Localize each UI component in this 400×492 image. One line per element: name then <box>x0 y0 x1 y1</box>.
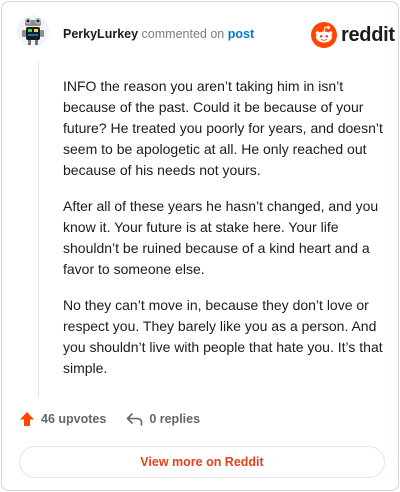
comment-body: INFO the reason you aren’t taking him in… <box>63 76 389 394</box>
reddit-snoo-icon <box>311 22 337 48</box>
comment-paragraph: After all of these years he hasn’t chang… <box>63 198 379 277</box>
comment-paragraph: INFO the reason you aren’t taking him in… <box>63 78 383 178</box>
action-text: commented on <box>141 27 225 41</box>
replies-count: 0 replies <box>149 412 201 426</box>
comment-paragraph: No they can’t move in, because they don’… <box>63 297 383 376</box>
reddit-wordmark: reddit <box>341 23 395 46</box>
reddit-logo[interactable]: reddit <box>311 22 395 48</box>
replies-button[interactable]: 0 replies <box>126 412 200 426</box>
post-link[interactable]: post <box>228 27 254 41</box>
username-link[interactable]: PerkyLurkey <box>63 27 138 41</box>
comment-footer: 46 upvotes 0 replies <box>19 411 200 427</box>
view-more-label: View more on Reddit <box>140 455 264 469</box>
user-avatar[interactable] <box>16 14 50 48</box>
comment-card: PerkyLurkey commented on post reddit INF… <box>1 1 399 491</box>
view-more-button[interactable]: View more on Reddit <box>19 446 385 478</box>
thread-line[interactable] <box>38 60 39 398</box>
reply-arrow-icon <box>127 413 143 426</box>
upvote-arrow-icon <box>20 412 34 426</box>
upvotes-count: 46 upvotes <box>41 412 107 426</box>
comment-header: PerkyLurkey commented on post <box>63 27 254 41</box>
robot-avatar-icon <box>17 15 49 47</box>
upvote-button[interactable]: 46 upvotes <box>19 411 106 427</box>
